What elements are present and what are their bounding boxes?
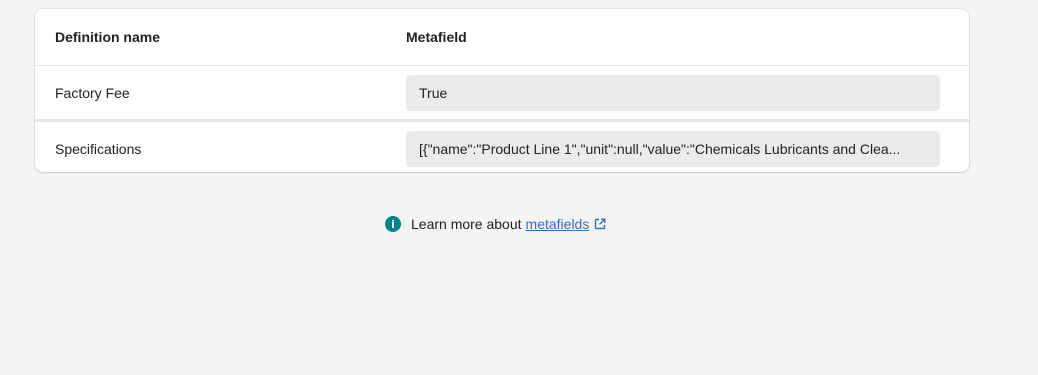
column-header-metafield: Metafield <box>406 29 467 45</box>
metafield-value-field[interactable]: [{"name":"Product Line 1","unit":null,"v… <box>406 130 940 167</box>
metafield-value-text: True <box>419 84 448 101</box>
learn-more-text: Learn more about <box>411 216 522 232</box>
table-row: Factory Fee True <box>35 66 969 122</box>
external-link-icon[interactable] <box>594 218 606 230</box>
info-icon: i <box>385 216 401 232</box>
table-row: Specifications [{"name":"Product Line 1"… <box>35 122 969 172</box>
table-header: Definition name Metafield <box>35 9 969 66</box>
metafields-link[interactable]: metafields <box>526 216 590 232</box>
metafield-value-field[interactable]: True <box>406 74 940 111</box>
definition-name-cell: Factory Fee <box>55 84 130 101</box>
definition-name-cell: Specifications <box>55 140 142 157</box>
metafields-card: Definition name Metafield Factory Fee Tr… <box>35 9 969 172</box>
metafield-value-text: [{"name":"Product Line 1","unit":null,"v… <box>419 140 901 157</box>
column-header-definition-name: Definition name <box>55 29 161 45</box>
learn-more: i Learn more about metafields <box>385 216 606 232</box>
